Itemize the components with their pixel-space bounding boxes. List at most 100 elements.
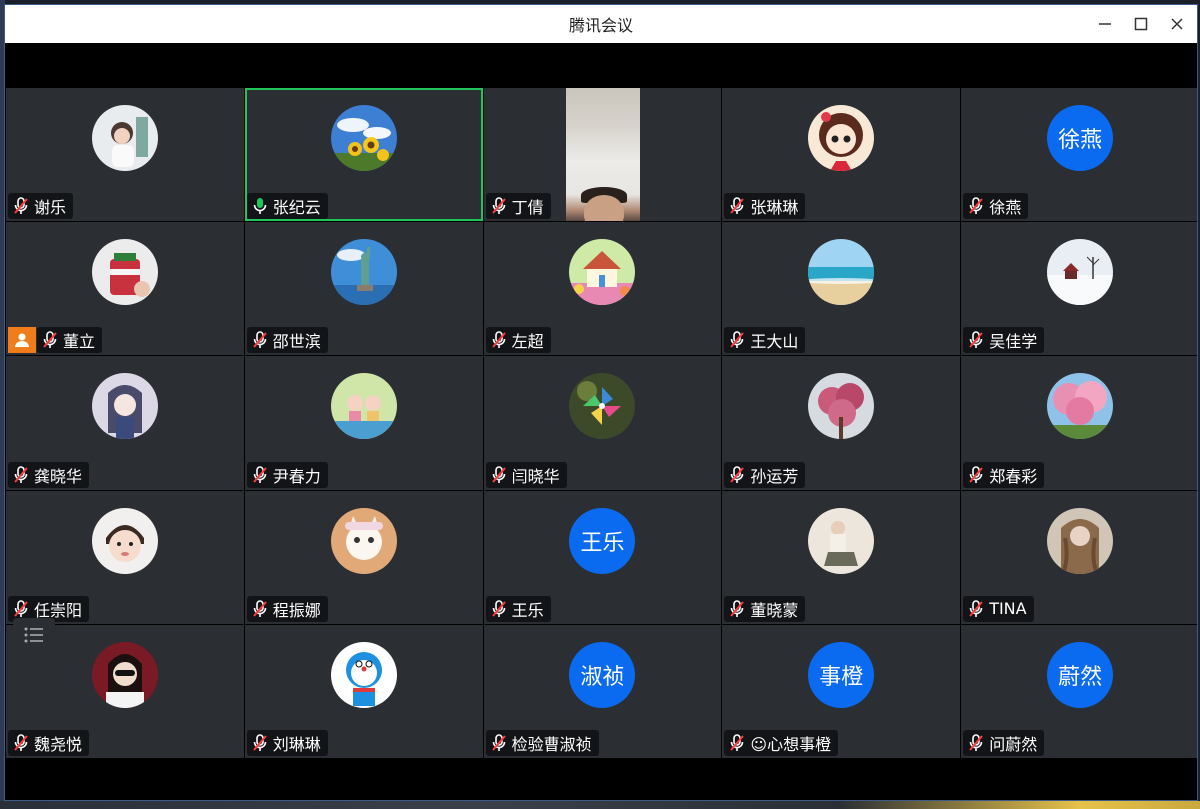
- participant-name-tag: 刘琳琳: [246, 729, 328, 756]
- participant-name-tag: 孙运芳: [724, 461, 806, 488]
- participant-name: 谢乐: [34, 198, 67, 218]
- mic-muted-icon: [730, 197, 745, 215]
- participant-name-tag: 程振娜: [246, 595, 328, 622]
- participant-name: 检验曹淑祯: [511, 734, 592, 754]
- pink-tree-icon: [1047, 373, 1114, 440]
- participant-tile[interactable]: 龚晓华: [6, 356, 244, 490]
- participant-name: 董立: [63, 332, 96, 352]
- doraemon-icon: [330, 641, 397, 708]
- window-title: 腾讯会议: [568, 16, 633, 35]
- participant-video-feed: [565, 88, 640, 222]
- mic-muted-icon: [730, 599, 745, 617]
- participant-tile-host[interactable]: 董立: [6, 222, 244, 356]
- mic-muted-icon: [253, 331, 267, 349]
- mic-muted-icon: [969, 197, 983, 215]
- participant-tile[interactable]: 谢乐: [6, 88, 244, 222]
- participant-tile[interactable]: 邵世滨: [244, 222, 483, 356]
- participant-name: 邵世滨: [272, 332, 321, 352]
- participant-name: 龚晓华: [34, 466, 83, 486]
- participant-tile[interactable]: 王乐 王乐: [483, 490, 722, 624]
- participant-name-tag: 魏尧悦: [8, 729, 90, 756]
- participant-tile[interactable]: 任崇阳: [6, 490, 244, 624]
- minimize-icon: [1099, 23, 1111, 25]
- participant-name-tag: 王大山: [724, 327, 806, 354]
- maximize-icon: [1134, 17, 1148, 31]
- mic-muted-icon: [730, 465, 745, 483]
- participant-name-tag: 左超: [485, 327, 551, 354]
- participant-list-button[interactable]: [13, 618, 55, 652]
- participant-name: 闫晓华: [511, 466, 560, 486]
- kitten-icon: [330, 507, 397, 574]
- maximize-button[interactable]: [1123, 5, 1159, 43]
- close-button[interactable]: [1159, 5, 1195, 43]
- minimize-button[interactable]: [1087, 5, 1123, 43]
- mic-muted-icon: [43, 331, 57, 349]
- participant-tile[interactable]: TINA: [961, 490, 1197, 624]
- mic-muted-icon: [491, 331, 506, 349]
- participant-name-tag: 张纪云: [246, 193, 328, 220]
- long-hair-icon: [1047, 507, 1114, 574]
- participant-name-tag: ☺心想事橙: [724, 729, 839, 756]
- sunflower-icon: [330, 105, 397, 171]
- participant-name: 问蔚然: [989, 734, 1038, 754]
- participant-tile-active-speaker[interactable]: 张纪云: [244, 88, 483, 222]
- participant-name: 丁倩: [511, 198, 544, 218]
- user-icon: [15, 333, 29, 348]
- photo-girl-icon: [91, 105, 158, 171]
- pinwheel-icon: [569, 373, 636, 440]
- participant-tile[interactable]: 闫晓华: [483, 356, 722, 490]
- participant-tile[interactable]: 尹春力: [244, 356, 483, 490]
- participant-name-tag: 郑春彩: [963, 461, 1045, 488]
- participant-tile[interactable]: 蔚然 问蔚然: [961, 624, 1197, 758]
- participant-tile[interactable]: 刘琳琳: [244, 624, 483, 758]
- participant-name-tag: TINA: [963, 595, 1034, 622]
- participant-tile[interactable]: 王大山: [722, 222, 961, 356]
- mic-muted-icon: [253, 465, 267, 483]
- participant-name-tag: 龚晓华: [8, 461, 90, 488]
- participant-name: 孙运芳: [750, 466, 799, 486]
- participant-tile[interactable]: 事橙 ☺心想事橙: [722, 624, 961, 758]
- cottage-icon: [569, 239, 636, 306]
- participant-name: 董晓蒙: [750, 600, 799, 620]
- meeting-window: 腾讯会议 谢乐 张纪云 丁倩 张琳琳 徐燕 徐燕 董立 邵世滨 左超 王大山 吴…: [4, 4, 1198, 801]
- participant-grid: 谢乐 张纪云 丁倩 张琳琳 徐燕 徐燕 董立 邵世滨 左超 王大山 吴佳学 龚晓…: [6, 88, 1197, 758]
- participant-tile[interactable]: 张琳琳: [722, 88, 961, 222]
- participant-name-tag: 董立: [37, 327, 103, 354]
- participant-name: 张纪云: [272, 198, 321, 218]
- avatar-initials: 徐燕: [1047, 105, 1114, 171]
- participant-tile[interactable]: 吴佳学: [961, 222, 1197, 356]
- baby-photo-icon: [91, 507, 158, 574]
- participant-tile[interactable]: 孙运芳: [722, 356, 961, 490]
- participant-tile[interactable]: 程振娜: [244, 490, 483, 624]
- mic-muted-icon: [491, 734, 506, 751]
- participant-name: 吴佳学: [989, 332, 1038, 352]
- participant-name-tag: 丁倩: [485, 193, 551, 220]
- mic-muted-icon: [491, 197, 506, 215]
- mic-muted-icon: [14, 197, 28, 215]
- close-icon: [1171, 18, 1183, 30]
- participant-name: ☺心想事橙: [750, 734, 832, 754]
- participant-tile[interactable]: 徐燕 徐燕: [961, 88, 1197, 222]
- participant-name: 刘琳琳: [272, 734, 321, 754]
- mic-muted-icon: [14, 734, 28, 751]
- participant-tile-video[interactable]: 丁倩: [483, 88, 722, 222]
- participant-tile[interactable]: 董晓蒙: [722, 490, 961, 624]
- sitting-girl-icon: [808, 507, 875, 574]
- participant-tile[interactable]: 左超: [483, 222, 722, 356]
- participant-name-tag: 张琳琳: [724, 193, 806, 220]
- list-icon: [24, 627, 43, 643]
- avatar-initials: 淑祯: [569, 641, 636, 708]
- participant-name-tag: 闫晓华: [485, 461, 567, 488]
- title-bar[interactable]: 腾讯会议: [5, 5, 1197, 43]
- mic-muted-icon: [491, 465, 506, 483]
- gift-jar-icon: [91, 239, 158, 306]
- participant-name: 徐燕: [989, 198, 1022, 218]
- mic-muted-icon: [491, 599, 506, 617]
- participant-tile[interactable]: 郑春彩: [961, 356, 1197, 490]
- avatar-initials: 蔚然: [1047, 641, 1114, 708]
- beach-icon: [808, 239, 875, 306]
- mic-muted-icon: [730, 734, 745, 751]
- mic-muted-icon: [14, 599, 28, 617]
- participant-name-tag: 吴佳学: [963, 327, 1045, 354]
- participant-tile[interactable]: 淑祯 检验曹淑祯: [483, 624, 722, 758]
